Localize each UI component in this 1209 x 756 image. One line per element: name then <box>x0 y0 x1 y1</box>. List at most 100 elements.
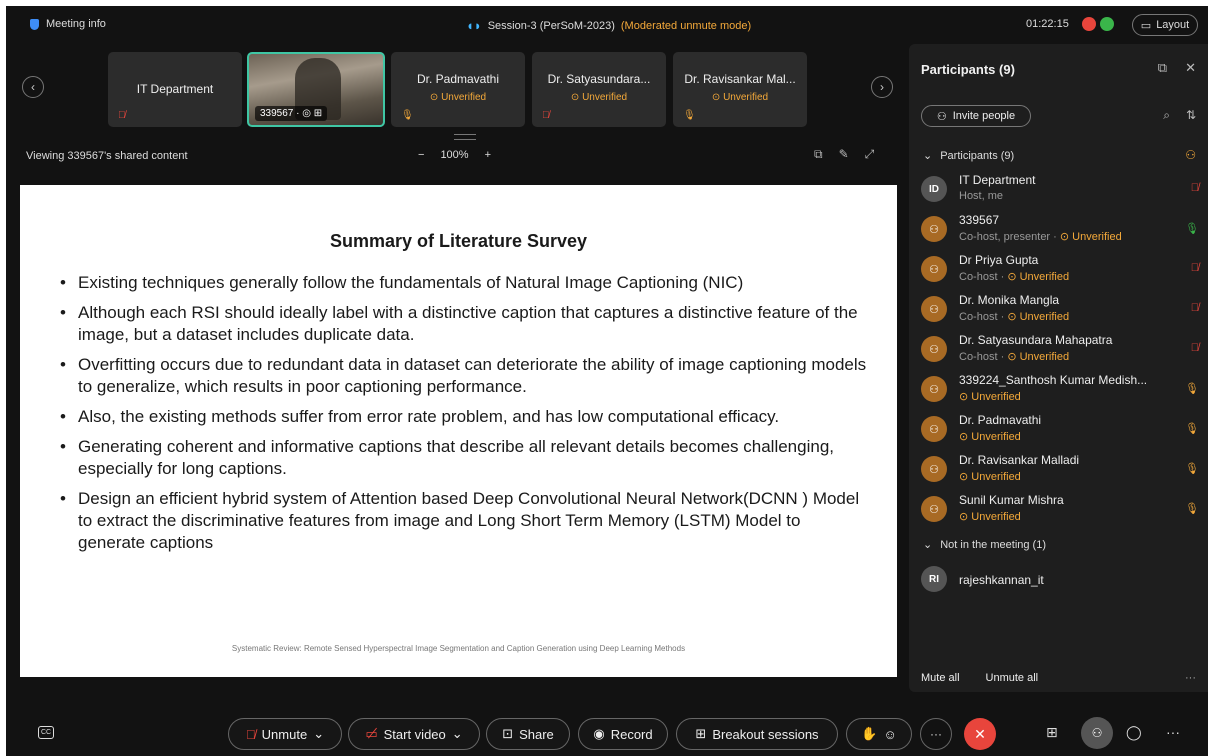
thumbnail-active-speaker[interactable]: 339567 · ◎ ⊞ <box>247 52 385 127</box>
participant-row[interactable]: ⚇ Dr Priya Gupta Co-host · ⊙ Unverified … <box>921 250 1199 290</box>
unmute-label: Unmute <box>261 726 308 742</box>
thumbnails-prev-button[interactable]: ‹ <box>22 76 44 98</box>
panel-footer: Mute all Unmute all <box>921 672 1038 684</box>
mic-icon[interactable]: 🎙 <box>1185 462 1199 475</box>
mic-active-icon[interactable]: 🎙 <box>1185 222 1199 235</box>
avatar: ⚇ <box>921 416 947 442</box>
mic-muted-icon[interactable]: 🎙̸ <box>1191 182 1199 194</box>
participant-name: Dr Priya Gupta <box>959 253 1039 267</box>
record-icon: ◉ <box>593 726 605 741</box>
reactions-group[interactable]: ✋ ☺ <box>846 718 912 750</box>
breakout-sessions-button[interactable]: ⊞ Breakout sessions <box>676 718 838 750</box>
participants-toggle-icon[interactable]: ⚇ <box>1081 717 1113 749</box>
session-title: ◖◗ Session-3 (PerSoM-2023) (Moderated un… <box>466 18 751 33</box>
section-label: Not in the meeting (1) <box>940 538 1046 551</box>
meeting-info-button[interactable]: Meeting info <box>30 18 106 30</box>
pen-icon[interactable]: ✎ <box>839 147 849 162</box>
sort-icon[interactable]: ⇅ <box>1186 108 1196 123</box>
slide-bullets: Existing techniques generally follow the… <box>60 272 870 562</box>
emoji-icon[interactable]: ☺ <box>883 727 896 742</box>
avatar: ⚇ <box>921 496 947 522</box>
connection-indicator-icon[interactable] <box>1100 17 1114 31</box>
layout-icon: ▭ <box>1140 19 1152 32</box>
section-not-in-meeting[interactable]: ⌄ Not in the meeting (1) <box>923 538 1046 552</box>
slide-bullet: Generating coherent and informative capt… <box>60 436 870 480</box>
meeting-info-label: Meeting info <box>46 18 106 30</box>
participant-name: Dr. Ravisankar Malladi <box>959 453 1080 467</box>
apps-icon[interactable]: ⊞ <box>1046 724 1058 741</box>
mic-muted-icon[interactable]: 🎙̸ <box>1191 262 1199 274</box>
zoom-in-button[interactable]: + <box>485 149 491 161</box>
section-participants[interactable]: ⌄ Participants (9) <box>923 149 1015 163</box>
captions-icon[interactable]: CC <box>38 726 54 739</box>
shield-icon <box>30 18 39 30</box>
unmute-all-button[interactable]: Unmute all <box>986 672 1039 684</box>
layout-button[interactable]: ▭ Layout <box>1132 14 1198 36</box>
thumbnail-satyasundara[interactable]: Dr. Satyasundara... ⊙ Unverified 🎙̸ <box>532 52 666 127</box>
end-meeting-button[interactable]: ✕ <box>964 718 996 750</box>
thumbnail-padmavathi[interactable]: Dr. Padmavathi ⊙ Unverified 🎙 <box>391 52 525 127</box>
participant-role: Co-host, presenter · ⊙ Unverified <box>959 231 1122 243</box>
mic-icon[interactable]: 🎙 <box>1185 502 1199 515</box>
mic-muted-icon: 🎙̸ <box>118 110 126 121</box>
thumbnail-ravisankar[interactable]: Dr. Ravisankar Mal... ⊙ Unverified 🎙 <box>673 52 807 127</box>
participant-row[interactable]: ⚇ 339567 Co-host, presenter · ⊙ Unverifi… <box>921 210 1199 250</box>
mic-muted-icon[interactable]: 🎙̸ <box>1191 302 1199 314</box>
zoom-out-button[interactable]: − <box>418 149 424 161</box>
start-video-button[interactable]: ▭̸ Start video ⌄ <box>348 718 480 750</box>
participant-status: ⊙ Unverified <box>959 391 1021 403</box>
more-options-button[interactable]: ··· <box>920 718 952 750</box>
cohost-icon[interactable]: ⚇ <box>1185 148 1196 162</box>
mic-icon[interactable]: 🎙 <box>1185 382 1199 395</box>
mic-muted-icon: 🎙̸ <box>245 726 256 742</box>
thumbnail-name: Dr. Ravisankar Mal... <box>684 72 796 86</box>
participant-row[interactable]: ⚇ Dr. Padmavathi ⊙ Unverified 🎙 <box>921 410 1199 450</box>
thumbnail-name: IT Department <box>136 82 214 96</box>
not-in-meeting-row[interactable]: RI rajeshkannan_it <box>921 560 1199 600</box>
mic-muted-icon[interactable]: 🎙̸ <box>1191 342 1199 354</box>
record-button[interactable]: ◉ Record <box>578 718 668 750</box>
share-button[interactable]: ⊡ Share <box>486 718 570 750</box>
thumbnails-next-button[interactable]: › <box>871 76 893 98</box>
thumbnail-status: ⊙ Unverified <box>711 92 769 103</box>
layout-label: Layout <box>1156 19 1190 31</box>
thumbnail-video-label: 339567 · ◎ ⊞ <box>255 106 328 121</box>
popout-icon[interactable]: ⧉ <box>1158 60 1167 76</box>
resize-grip-icon[interactable] <box>454 134 476 140</box>
participant-row[interactable]: ⚇ Dr. Ravisankar Malladi ⊙ Unverified 🎙 <box>921 450 1199 490</box>
participant-row[interactable]: ⚇ Sunil Kumar Mishra ⊙ Unverified 🎙 <box>921 490 1199 530</box>
participant-row[interactable]: ⚇ 339224_Santhosh Kumar Medish... ⊙ Unve… <box>921 370 1199 410</box>
avatar: ⚇ <box>921 216 947 242</box>
avatar: ⚇ <box>921 296 947 322</box>
recording-indicator-icon[interactable] <box>1082 17 1096 31</box>
participant-role: Co-host · ⊙ Unverified <box>959 271 1070 283</box>
chevron-down-icon: ⌄ <box>923 539 933 551</box>
annotate-icon[interactable]: ⧉ <box>814 147 823 162</box>
meeting-window: Meeting info ◖◗ Session-3 (PerSoM-2023) … <box>6 6 1208 756</box>
breakout-label: Breakout sessions <box>712 726 819 742</box>
mute-all-button[interactable]: Mute all <box>921 672 960 684</box>
search-icon[interactable]: ⌕ <box>1163 108 1170 123</box>
panel-title: Participants (9) <box>921 62 1015 77</box>
panel-more-button[interactable]: ··· <box>1185 672 1196 684</box>
chat-icon[interactable]: ◯ <box>1126 724 1142 741</box>
top-bar: Meeting info ◖◗ Session-3 (PerSoM-2023) … <box>6 6 1208 44</box>
more-icon[interactable]: ··· <box>1166 724 1180 740</box>
avatar: RI <box>921 566 947 592</box>
thumbnail-it-department[interactable]: IT Department 🎙̸ <box>108 52 242 127</box>
invite-people-button[interactable]: ⚇ Invite people <box>921 105 1031 127</box>
section-label: Participants (9) <box>940 149 1015 162</box>
close-icon[interactable]: ✕ <box>1185 60 1196 76</box>
mic-icon[interactable]: 🎙 <box>1185 422 1199 435</box>
viewing-label: Viewing 339567's shared content <box>26 150 188 162</box>
zoom-controls: − 100% + <box>418 149 491 161</box>
fullscreen-icon[interactable]: ⤢ <box>865 147 875 162</box>
participant-row[interactable]: ⚇ Dr. Monika Mangla Co-host · ⊙ Unverifi… <box>921 290 1199 330</box>
panel-tools: ⌕ ⇅ <box>1163 108 1196 123</box>
raise-hand-icon[interactable]: ✋ <box>861 726 877 742</box>
slide-bullet: Overfitting occurs due to redundant data… <box>60 354 870 398</box>
unmute-button[interactable]: 🎙̸ Unmute ⌄ <box>228 718 342 750</box>
participants-panel: Participants (9) ⧉ ✕ ⚇ Invite people ⌕ ⇅… <box>909 44 1208 692</box>
participant-row[interactable]: ⚇ Dr. Satyasundara Mahapatra Co-host · ⊙… <box>921 330 1199 370</box>
participant-row[interactable]: ID IT Department Host, me 🎙̸ <box>921 170 1199 210</box>
